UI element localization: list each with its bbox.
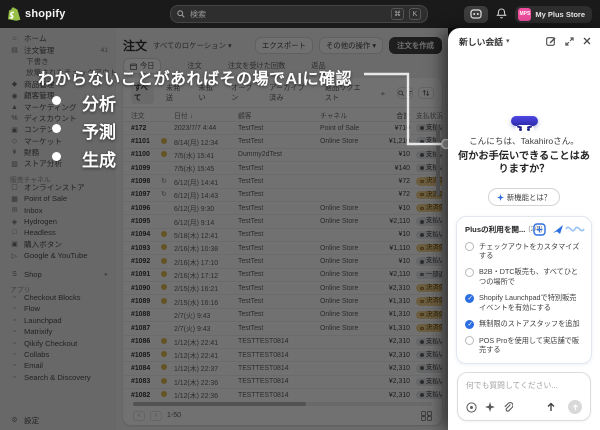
sidekick-toggle-button[interactable] — [464, 5, 489, 23]
store-name: My Plus Store — [535, 9, 585, 19]
checklist-item[interactable]: B2B・DTC販売も、すべてひとつの場所で — [465, 267, 583, 286]
sparkle-icon[interactable] — [485, 402, 495, 412]
send-arrow-icon[interactable] — [546, 402, 556, 412]
card-doodle-icons — [533, 223, 585, 236]
cmd-key: ⌘ — [391, 8, 404, 20]
shopify-logo[interactable]: shopify — [8, 7, 66, 21]
close-icon[interactable] — [583, 37, 591, 45]
composer-placeholder: 何でも質問してください... — [466, 381, 558, 390]
checklist-item-label: チェックアウトをカスタマイズする — [479, 241, 580, 261]
app-window: shopify 検索 ⌘ K MPS My Plus Store わからないこと… — [0, 0, 600, 430]
checklist-item[interactable]: チェックアウトをカスタマイズする — [465, 242, 583, 261]
ai-panel-header: 新しい会話 ▾ — [448, 28, 600, 54]
expand-icon[interactable] — [565, 36, 574, 46]
book-icon — [536, 226, 543, 233]
unchecked-icon[interactable] — [465, 242, 474, 252]
search-placeholder: 検索 — [190, 9, 206, 19]
ai-conversation-title[interactable]: 新しい会話 — [459, 35, 503, 48]
persona-icon[interactable] — [466, 401, 477, 413]
greeting-line1: こんにちは、Takahiroさん。 — [469, 135, 579, 146]
composer-toolbar — [466, 400, 582, 414]
k-key: K — [409, 8, 421, 20]
sparkle-icon — [496, 193, 504, 201]
ai-composer[interactable]: 何でも質問してください... — [457, 372, 591, 421]
checked-icon[interactable] — [465, 319, 474, 329]
checked-icon[interactable] — [465, 293, 474, 303]
checklist-item[interactable]: POS Proを使用して実店舗で販売する — [465, 336, 583, 355]
top-bar: shopify 検索 ⌘ K MPS My Plus Store — [0, 0, 600, 28]
paper-plane-icon — [553, 225, 563, 235]
greeting-line2: 何かお手伝いできることはありますか？ — [458, 150, 590, 176]
plus-card-title: Plusの利用を開... — [465, 225, 526, 235]
wave-doodle — [565, 226, 585, 232]
plus-checklist: チェックアウトをカスタマイズする B2B・DTC販売も、すべてひとつの場所で Sho… — [465, 242, 583, 355]
ai-panel-body: こんにちは、Takahiroさん。 何かお手伝いできることはありますか？ 新機能… — [448, 54, 600, 364]
checklist-item-label: Shopify Launchpadで特別販売イベントを有効にする — [479, 293, 577, 313]
store-avatar: MPS — [518, 7, 532, 21]
plus-setup-card[interactable]: Plusの利用を開... (2/5) チェックアウトをカスタマイズする B2B・D… — [456, 216, 592, 364]
search-input[interactable]: 検索 ⌘ K — [170, 5, 428, 23]
unchecked-icon[interactable] — [465, 336, 474, 346]
chevron-down-icon[interactable]: ▾ — [506, 37, 510, 45]
send-up-icon — [572, 403, 578, 410]
sidekick-ai-panel: 新しい会話 ▾ こんにちは、Takahiroさん。 何かお手伝いできることはあり… — [448, 28, 600, 430]
checklist-item-label: 無制限のストアスタッフを追加 — [479, 319, 580, 329]
shopify-logo-text: shopify — [25, 8, 66, 20]
shopify-bag-icon — [8, 7, 21, 21]
checklist-item-label: POS Proを使用して実店舗で販売する — [479, 335, 580, 355]
search-icon — [177, 10, 185, 18]
sidekick-avatar — [510, 116, 538, 134]
store-account-menu[interactable]: MPS My Plus Store — [515, 5, 592, 23]
unchecked-icon[interactable] — [465, 267, 474, 277]
sidekick-robot-icon — [470, 9, 482, 19]
checklist-item[interactable]: 無制限のストアスタッフを追加 — [465, 319, 583, 329]
new-conversation-icon[interactable] — [546, 36, 556, 46]
checklist-item-label: B2B・DTC販売も、すべてひとつの場所で — [479, 267, 579, 287]
topbar-right: MPS My Plus Store — [464, 5, 592, 23]
attach-icon[interactable] — [503, 401, 513, 413]
new-features-chip[interactable]: 新機能とは？ — [487, 188, 561, 207]
send-button[interactable] — [568, 400, 582, 414]
ai-header-icons — [546, 36, 591, 46]
checklist-item[interactable]: Shopify Launchpadで特別販売イベントを有効にする — [465, 293, 583, 312]
notification-bell-icon[interactable] — [496, 8, 508, 20]
